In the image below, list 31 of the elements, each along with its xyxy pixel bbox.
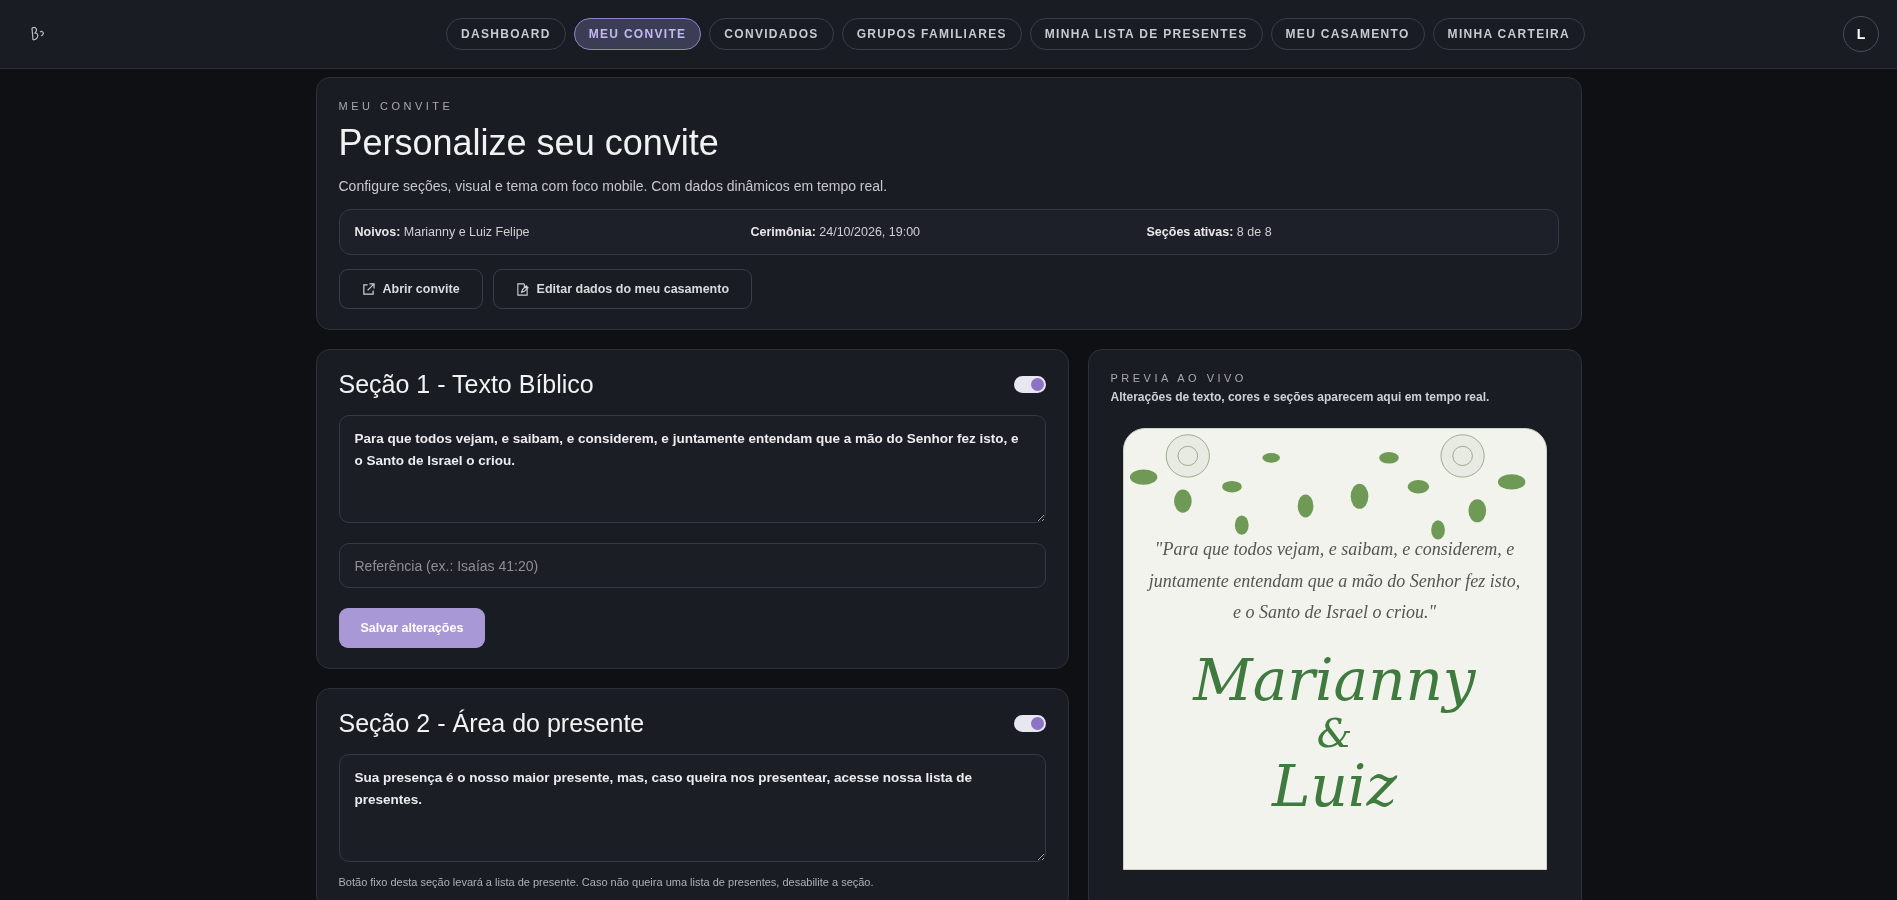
external-link-icon [361, 282, 375, 296]
reference-field[interactable]: Referência (ex.: Isaías 41:20) [338, 543, 1046, 588]
nav-tab[interactable]: GRUPOS FAMILIARES [841, 18, 1022, 50]
section-title: Seção 2 - Área do presente [338, 709, 645, 738]
section-text-field[interactable]: Para que todos vejam, e saibam, e considerem, e juntamente entendam que a mão do Senhor fez isto, e o Santo de Israel o criou. [338, 415, 1046, 523]
section-toggle[interactable] [1013, 376, 1046, 393]
ampersand: & [1316, 713, 1353, 754]
preview-subtitle: Alterações de texto, cores e seções aparecem aqui em tempo real. [1110, 390, 1491, 404]
edit-icon [515, 282, 529, 296]
nav-tab[interactable]: MEU CASAMENTO [1270, 18, 1425, 50]
open-button[interactable]: Abrir convite [338, 269, 483, 309]
section-text-field[interactable]: Sua presença é o nosso maior presente, mas, caso queira nos presentear, acesse nossa lista de presentes. [338, 754, 1046, 862]
bride-name: Marianny [1193, 646, 1476, 714]
groom-name: Luiz [1272, 753, 1397, 820]
summary-item: Seções ativas: 8 de 8 [1146, 225, 1273, 239]
page-subtitle: Configure seções, visual e tema com foco mobile. Com dados dinâmicos em tempo real. [338, 178, 889, 194]
nav-tab[interactable]: MINHA CARTEIRA [1432, 18, 1585, 50]
page-eyebrow: MEU CONVITE [338, 100, 455, 112]
preview-eyebrow: PREVIA AO VIVO [1110, 372, 1248, 384]
section-note: Botão fixo desta seção levará a lista de presente. Caso não queira uma lista de presentes, desabilite a seção. [338, 876, 875, 888]
edit-button[interactable]: Editar dados do meu casamento [492, 269, 753, 309]
section-toggle[interactable] [1013, 715, 1046, 732]
page-title: Personalize seu convite [338, 122, 720, 164]
summary-item: Noivos: Marianny e Luiz Felipe [354, 225, 531, 239]
section-title: Seção 1 - Texto Bíblico [338, 370, 594, 399]
invitation-quote: "Para que todos vejam, e saibam, e considerem, e juntamente entendam que a mão do Senhor fez isto, e o Santo de Israel o criou." [1146, 538, 1522, 624]
nav-tab[interactable]: CONVIDADOS [709, 18, 834, 50]
nav-tab[interactable]: MEU CONVITE [573, 18, 702, 50]
nav-tab[interactable]: DASHBOARD [446, 18, 566, 50]
nav-tab[interactable]: MINHA LISTA DE PRESENTES [1029, 18, 1263, 50]
summary-item: Cerimônia: 24/10/2026, 19:00 [750, 225, 922, 239]
